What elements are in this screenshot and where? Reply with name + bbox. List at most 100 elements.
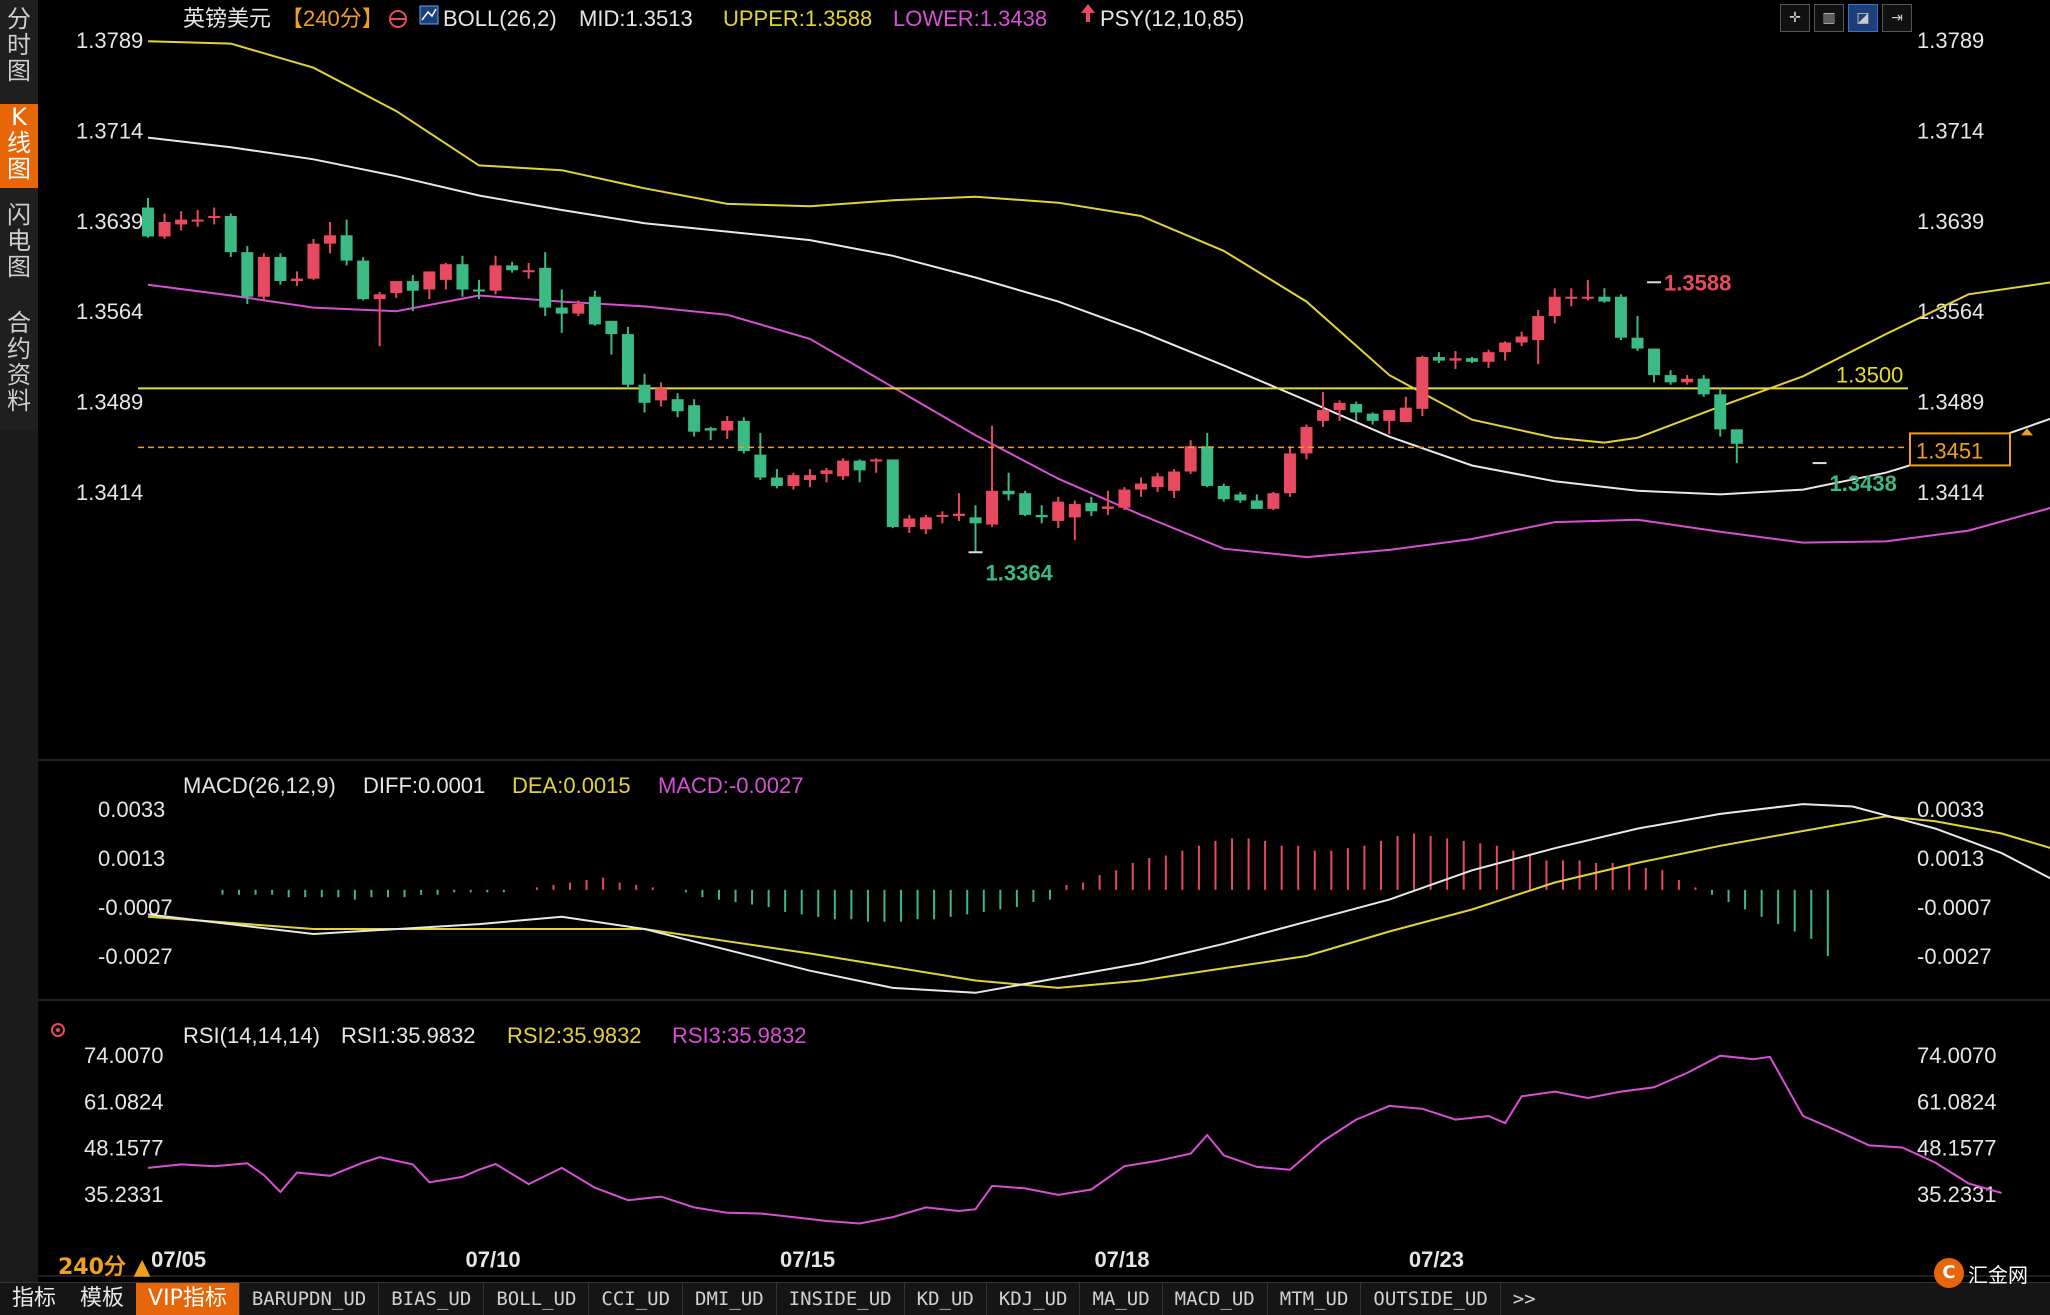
logo-icon: C — [1934, 1258, 1964, 1288]
candle-body — [969, 517, 982, 524]
indicator-tab[interactable]: BIAS_UD — [378, 1283, 483, 1315]
candle-body — [522, 270, 535, 273]
candle-body — [886, 459, 899, 527]
candle-body — [175, 219, 188, 225]
candle-body — [1466, 358, 1478, 362]
macd-tick-left: 0.0033 — [98, 797, 165, 822]
rsi-tick-left: 48.1577 — [84, 1136, 164, 1161]
candle-body — [621, 334, 634, 385]
candle-body — [406, 281, 419, 291]
expand-icon[interactable]: ⇥ — [1882, 4, 1912, 32]
candle-body — [952, 513, 965, 517]
indicator-tab[interactable]: DMI_UD — [682, 1283, 776, 1315]
candle-body — [1697, 378, 1710, 395]
macd-tick-right: 0.0033 — [1917, 797, 1984, 822]
tab-templates[interactable]: 模板 — [68, 1283, 136, 1315]
candle-body — [1019, 493, 1032, 515]
date-tick: 07/10 — [466, 1247, 521, 1272]
indicator-tab[interactable]: KD_UD — [903, 1283, 986, 1315]
macd-label: MACD(26,12,9) — [183, 773, 336, 798]
boll-label: BOLL(26,2) — [443, 6, 557, 31]
price-tick-left: 1.3489 — [76, 390, 143, 415]
indicator-tab[interactable]: MACD_UD — [1161, 1283, 1267, 1315]
candle-body — [1399, 407, 1412, 423]
candle-body — [191, 219, 204, 222]
candle-body — [473, 289, 485, 292]
candle-body — [555, 307, 568, 314]
indicator-tab[interactable]: >> — [1499, 1283, 1548, 1315]
price-tick-right: 1.3639 — [1917, 209, 1984, 234]
kline-chart[interactable]: 英镑美元 【240分】 BOLL(26,2) MID:1.3513 UPPER:… — [38, 0, 2050, 1282]
bottom-toolbar: 指标 模板 VIP指标 BARUPDN_UD BIAS_UD BOLL_UD CCI_… — [0, 1282, 2050, 1315]
rsi2-value: RSI2:35.9832 — [507, 1023, 642, 1048]
rsi-settings-icon[interactable] — [51, 1023, 65, 1037]
bars-icon[interactable]: ▥ — [1814, 4, 1844, 32]
price-tick-left: 1.3564 — [76, 299, 143, 324]
bollinger-bands — [147, 40, 2050, 559]
view-sidebar: 分 时 图 K 线 图 闪 电 图 合 约 资 料 — [0, 0, 39, 430]
candle-body — [1283, 453, 1296, 494]
candle-body — [754, 454, 767, 478]
gold678-logo: C 汇金网 — [1934, 1258, 2028, 1288]
indicator-tab[interactable]: MA_UD — [1079, 1283, 1161, 1315]
psy-arrow-icon[interactable] — [1081, 4, 1095, 22]
tab-time-chart[interactable]: 分 时 图 — [0, 6, 38, 90]
current-price-label: 1.3451 — [1916, 438, 1983, 463]
period-selector[interactable]: 240分 ▲ — [58, 1249, 151, 1281]
indicator-tab[interactable]: INSIDE_UD — [775, 1283, 904, 1315]
candle-body — [241, 252, 254, 297]
candle-body — [1664, 375, 1677, 383]
chart-icon[interactable]: ◪ — [1848, 4, 1878, 32]
diff-line — [147, 803, 2050, 994]
candle-body — [456, 264, 469, 290]
candle-body — [1598, 296, 1611, 302]
candle-body — [373, 294, 386, 300]
macd-value: MACD:-0.0027 — [658, 773, 804, 798]
price-tick-left: 1.3639 — [76, 209, 143, 234]
candle-body — [224, 215, 237, 253]
candle-body — [390, 281, 403, 294]
tab-kline-chart[interactable]: K 线 图 — [0, 104, 38, 188]
chart-tools: ✛ ▥ ◪ ⇥ — [1780, 4, 1912, 32]
tab-contract-info[interactable]: 合 约 资 料 — [0, 310, 38, 420]
candle-body — [638, 384, 651, 403]
rsi3-value: RSI3:35.9832 — [672, 1023, 807, 1048]
price-tick-left: 1.3714 — [76, 118, 143, 143]
tab-vip-indicators[interactable]: VIP指标 — [136, 1283, 239, 1315]
candle-body — [721, 420, 734, 431]
candle-body — [1631, 337, 1644, 349]
rsi-label: RSI(14,14,14) — [183, 1023, 320, 1048]
indicator-tab[interactable]: CCI_UD — [588, 1283, 682, 1315]
indicator-tab[interactable]: KDJ_UD — [985, 1283, 1080, 1315]
candle-body — [1532, 316, 1545, 341]
crosshair-icon[interactable]: ✛ — [1780, 4, 1810, 32]
candle-body — [704, 428, 717, 431]
candle-body — [1101, 506, 1114, 509]
tab-flash-chart[interactable]: 闪 电 图 — [0, 202, 38, 286]
boll-mid-line — [147, 136, 2050, 496]
candle-body — [1118, 489, 1131, 508]
candle-body — [1614, 296, 1627, 338]
candle-body — [1366, 413, 1379, 421]
logo-text: 汇金网 — [1968, 1262, 2028, 1287]
indicator-tab[interactable]: BOLL_UD — [483, 1283, 588, 1315]
macd-tick-right: -0.0007 — [1917, 895, 1992, 920]
boll-mid: MID:1.3513 — [579, 6, 693, 31]
boll-icon[interactable] — [419, 5, 439, 25]
level-line-1.3500[interactable]: 1.3500 — [138, 362, 1908, 390]
indicator-tab[interactable]: BARUPDN_UD — [238, 1283, 378, 1315]
tab-indicators[interactable]: 指标 — [0, 1283, 68, 1315]
price-tick-right: 1.3789 — [1917, 28, 1984, 53]
time-axis: 07/05 07/10 07/15 07/18 07/23 — [151, 1247, 1464, 1272]
candle-body — [1300, 426, 1313, 454]
price-tick-left: 1.3414 — [76, 480, 143, 505]
symbol-title: 英镑美元 — [183, 6, 271, 31]
macd-lines — [147, 803, 2050, 994]
indicator-tab[interactable]: OUTSIDE_UD — [1360, 1283, 1499, 1315]
candle-body — [307, 243, 320, 279]
rsi-tick-right: 74.0070 — [1917, 1043, 1997, 1068]
settings-icon[interactable] — [389, 10, 407, 28]
extreme-label: 1.3588 — [1664, 270, 1731, 295]
indicator-tab[interactable]: MTM_UD — [1266, 1283, 1361, 1315]
price-tick-right: 1.3414 — [1917, 480, 1984, 505]
